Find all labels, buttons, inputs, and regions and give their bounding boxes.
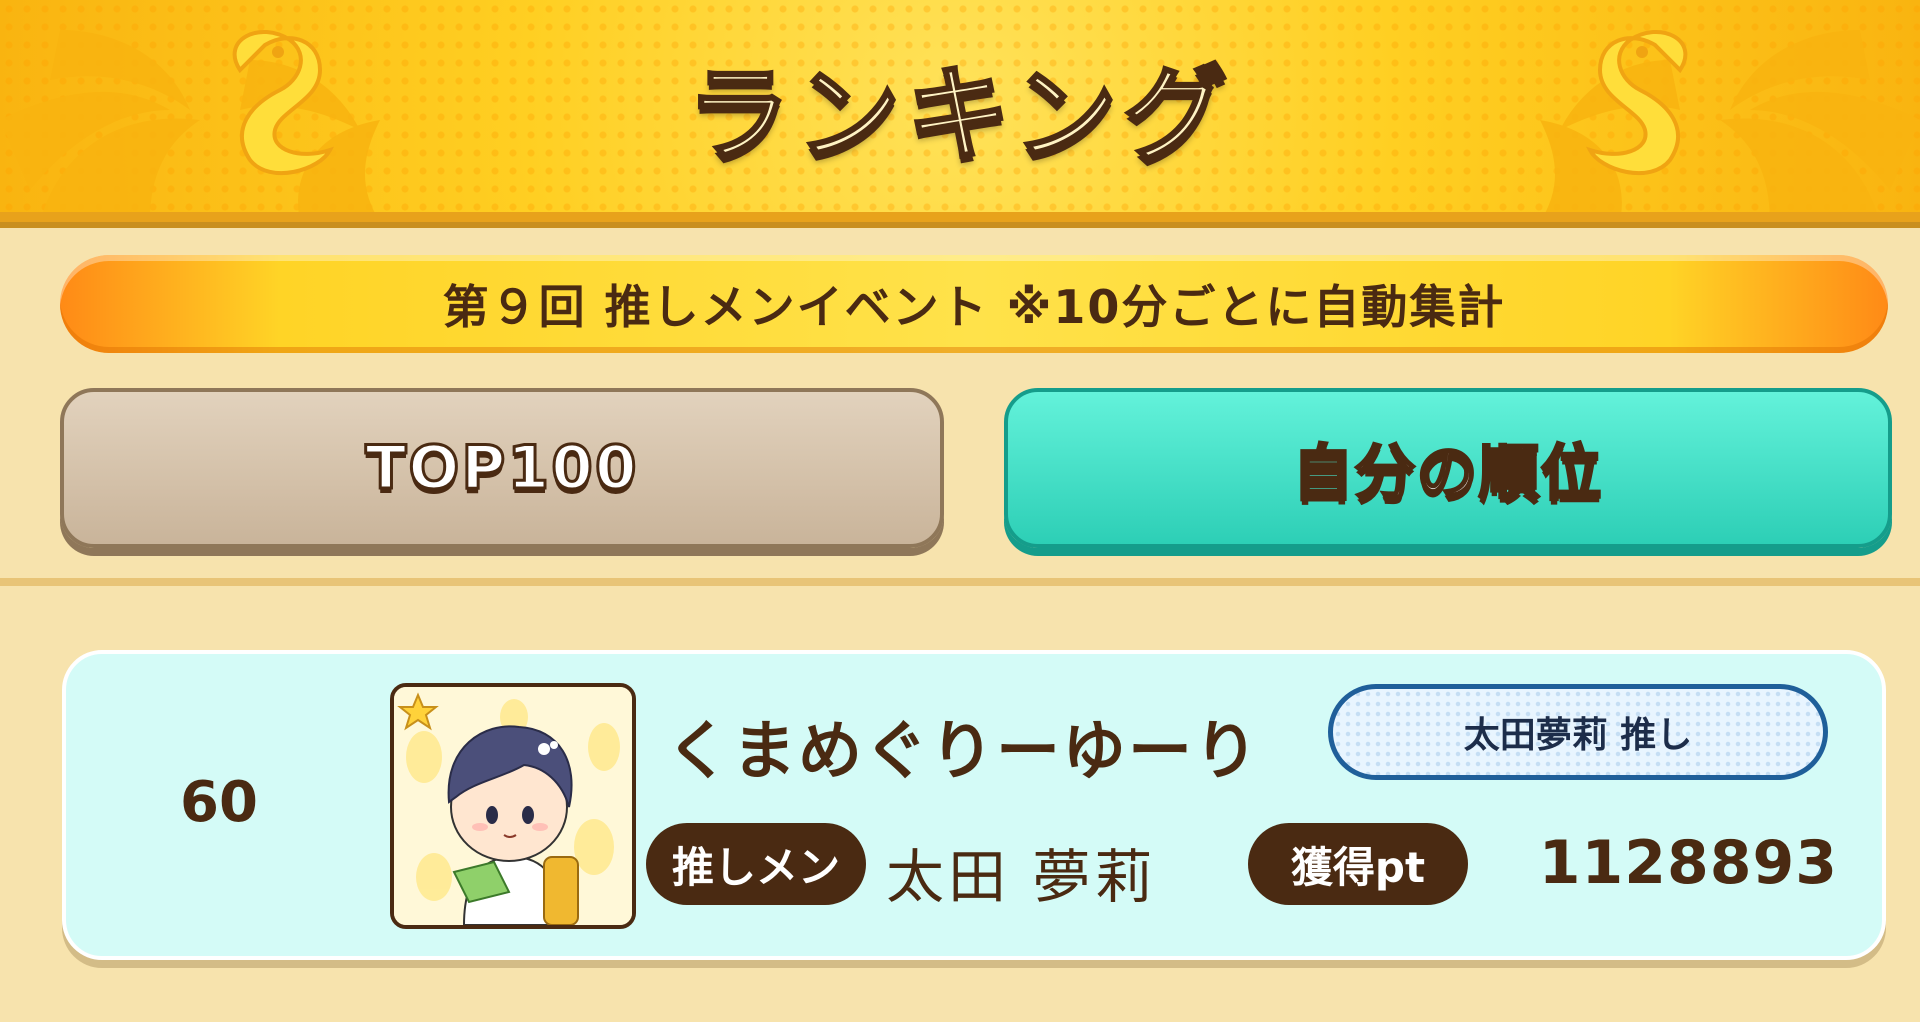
header: ランキング [0,0,1920,228]
points-value: 1128893 [1538,828,1838,898]
tab-my-rank[interactable]: 自分の順位 [1004,388,1892,548]
page-title: ランキング [685,53,1234,178]
rank-number: 60 [180,770,258,835]
points-label: 獲得pt [1248,823,1468,905]
player-name: くまめぐりーゆーり [666,715,1260,789]
tab-top100[interactable]: TOP100 [60,388,944,548]
event-banner-text: 第９回 推しメンイベント ※10分ごとに自動集計 [442,280,1506,334]
oshimen-name: 太田 夢莉 [886,843,1157,911]
chibi-character-avatar-icon [394,687,632,925]
section-divider [0,578,1920,586]
oshi-badge: 太田夢莉 推し [1328,684,1828,780]
header-divider [0,212,1920,222]
event-banner: 第９回 推しメンイベント ※10分ごとに自動集計 [60,255,1888,353]
oshimen-label: 推しメン [646,823,866,905]
player-avatar[interactable] [390,683,636,929]
